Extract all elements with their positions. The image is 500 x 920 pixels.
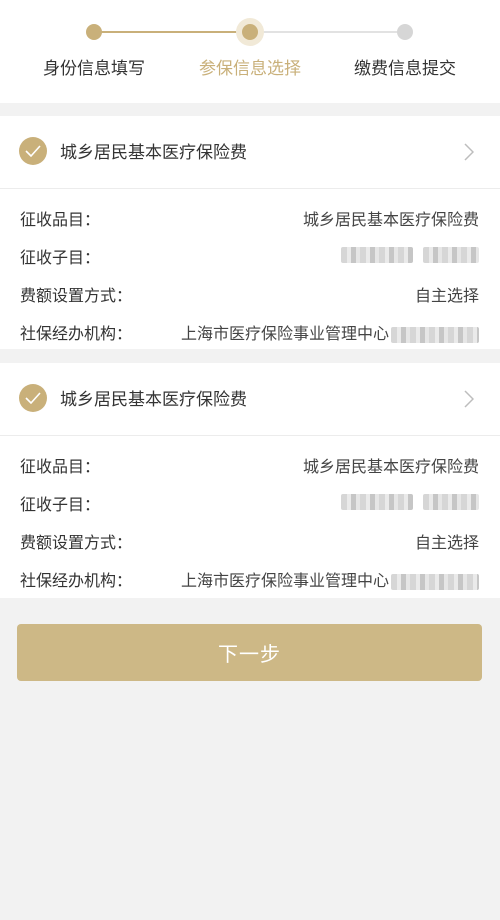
redacted-value (341, 244, 479, 263)
row-value: 自主选择 (414, 286, 479, 305)
row-label: 社保经办机构： (20, 324, 133, 343)
redacted-value (341, 491, 479, 510)
row-label: 征收子目： (20, 495, 101, 514)
step-label-insurance: 参保信息选择 (199, 59, 301, 79)
row-value: 上海市医疗保险事业管理中心 (181, 567, 479, 591)
insurance-card-header[interactable]: 城乡居民基本医疗保险费 (0, 116, 500, 189)
progress-stepper: 身份信息填写 参保信息选择 缴费信息提交 (0, 0, 500, 103)
next-step-button[interactable]: 下一步 (17, 624, 482, 681)
checkmark-icon[interactable] (19, 137, 47, 165)
stepper-line-pending (250, 31, 405, 33)
insurance-card-1: 城乡居民基本医疗保险费 征收品目： 城乡居民基本医疗保险费 征收子目： 费额设置… (0, 116, 500, 349)
insurance-card-title: 城乡居民基本医疗保险费 (60, 390, 247, 410)
row-collection-item: 征收品目： 城乡居民基本医疗保险费 (0, 198, 500, 236)
row-value: 城乡居民基本医疗保险费 (302, 457, 479, 476)
row-collection-subitem: 征收子目： (0, 236, 500, 274)
row-label: 征收品目： (20, 210, 101, 229)
row-fee-setting: 费额设置方式： 自主选择 (0, 521, 500, 559)
row-label: 社保经办机构： (20, 571, 133, 590)
row-label: 征收子目： (20, 248, 101, 267)
row-collection-subitem: 征收子目： (0, 483, 500, 521)
row-label: 费额设置方式： (20, 286, 133, 305)
step-label-payment: 缴费信息提交 (354, 59, 456, 79)
row-collection-item: 征收品目： 城乡居民基本医疗保险费 (0, 445, 500, 483)
row-value: 自主选择 (414, 533, 479, 552)
chevron-right-icon[interactable] (464, 143, 474, 161)
step-label-identity: 身份信息填写 (43, 59, 145, 79)
row-agency: 社保经办机构： 上海市医疗保险事业管理中心 (0, 559, 500, 597)
insurance-card-header[interactable]: 城乡居民基本医疗保险费 (0, 363, 500, 436)
insurance-card-2: 城乡居民基本医疗保险费 征收品目： 城乡居民基本医疗保险费 征收子目： 费额设置… (0, 363, 500, 598)
step-dot-1 (86, 24, 102, 40)
row-fee-setting: 费额设置方式： 自主选择 (0, 274, 500, 312)
step-dot-2 (242, 24, 258, 40)
chevron-right-icon[interactable] (464, 390, 474, 408)
row-label: 费额设置方式： (20, 533, 133, 552)
row-value: 城乡居民基本医疗保险费 (302, 210, 479, 229)
row-value: 上海市医疗保险事业管理中心 (181, 320, 479, 344)
step-dot-3 (397, 24, 413, 40)
insurance-card-title: 城乡居民基本医疗保险费 (60, 143, 247, 163)
row-agency: 社保经办机构： 上海市医疗保险事业管理中心 (0, 312, 500, 350)
checkmark-icon[interactable] (19, 384, 47, 412)
stepper-line-completed (94, 31, 250, 33)
row-label: 征收品目： (20, 457, 101, 476)
